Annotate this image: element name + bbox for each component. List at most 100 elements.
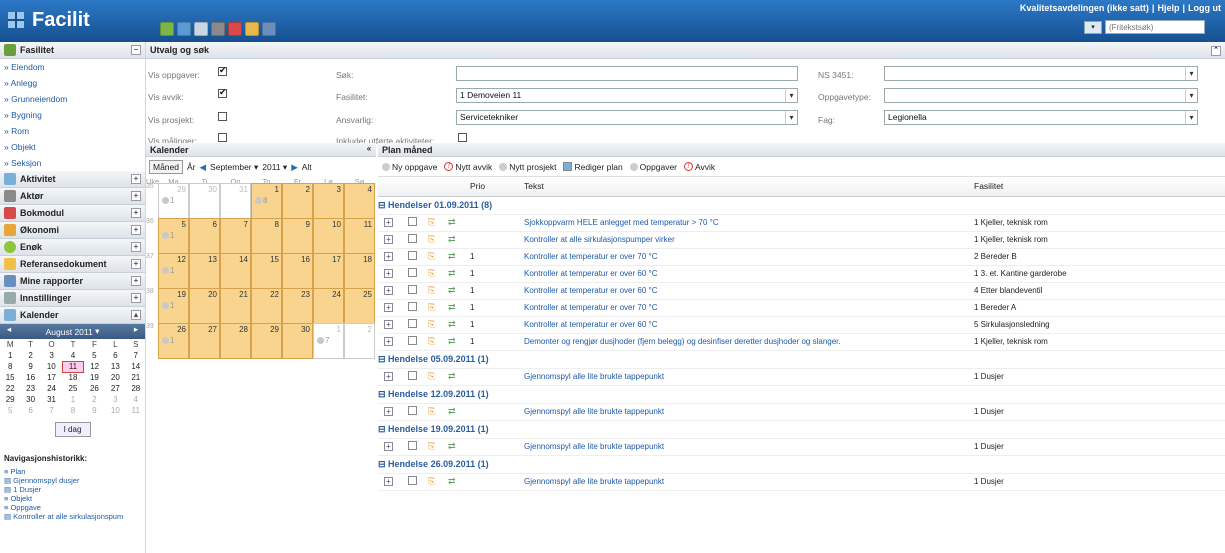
task-icon[interactable]: ⎘ (428, 319, 435, 329)
logout-link[interactable]: Logg ut (1188, 3, 1221, 13)
mini-calendar-day[interactable]: 9 (84, 405, 106, 416)
calendar-day-cell[interactable]: 13 (189, 253, 220, 289)
calendar-day-cell[interactable]: 51 (158, 218, 189, 254)
task-text-link[interactable]: Kontroller at temperatur er over 60 °C (524, 282, 974, 300)
sok-input[interactable] (456, 66, 798, 81)
plus-icon[interactable]: + (384, 303, 393, 312)
row-checkbox[interactable] (408, 406, 417, 415)
folder-icon[interactable] (245, 22, 259, 36)
refresh-icon[interactable]: ⇄ (448, 371, 456, 381)
mini-calendar-day[interactable]: 23 (20, 383, 40, 394)
month-select[interactable]: September ▾ (210, 162, 258, 173)
row-checkbox[interactable] (408, 251, 417, 260)
mini-calendar-day[interactable]: 2 (20, 350, 40, 361)
collapse-group-icon[interactable]: ⊟ (378, 389, 388, 399)
event-count-badge[interactable]: 1 (162, 231, 174, 240)
prio-column-header[interactable]: Prio (470, 177, 524, 197)
new-project-button[interactable]: Nytt prosjekt (499, 162, 556, 172)
task-text-link[interactable]: Kontroller at temperatur er over 60 °C (524, 265, 974, 283)
sidebar-item-anlegg[interactable]: » Anlegg (0, 75, 145, 91)
panel-fasilitet[interactable]: Fasilitet − (0, 42, 145, 59)
table-row[interactable]: + ⎘ ⇄ 1 Kontroller at temperatur er over 60 … (378, 282, 1225, 300)
calendar-day-cell[interactable]: 30 (189, 183, 220, 219)
mini-calendar-day[interactable]: 7 (126, 350, 146, 361)
task-text-link[interactable]: Gjennomspyl alle lite brukte tappepunkt (524, 473, 974, 491)
mini-calendar-day[interactable]: 6 (105, 350, 125, 361)
calendar-day-cell[interactable]: 4 (344, 183, 375, 219)
task-text-link[interactable]: Gjennomspyl alle lite brukte tappepunkt (524, 438, 974, 456)
task-icon[interactable]: ⎘ (428, 234, 435, 244)
mini-calendar-day[interactable]: 11 (61, 360, 85, 373)
group-header[interactable]: ⊟ Hendelser 01.09.2011 (8) (378, 196, 1225, 215)
calendar-day-cell[interactable]: 23 (282, 288, 313, 324)
task-icon[interactable]: ⎘ (428, 441, 435, 451)
refresh-icon[interactable]: ⇄ (448, 268, 456, 278)
calendar-day-cell[interactable]: 21 (220, 288, 251, 324)
facility-icon[interactable] (177, 22, 191, 36)
mini-calendar-day[interactable]: 16 (20, 372, 40, 383)
task-icon[interactable]: ⎘ (428, 251, 435, 261)
calendar-day-cell[interactable]: 25 (344, 288, 375, 324)
event-count-badge[interactable]: 8 (255, 196, 267, 205)
tasks-filter-button[interactable]: Oppgaver (629, 162, 677, 172)
group-header[interactable]: ⊟ Hendelse 12.09.2011 (1) (378, 385, 1225, 404)
row-checkbox[interactable] (408, 217, 417, 226)
calendar-day-cell[interactable]: 6 (189, 218, 220, 254)
plus-icon[interactable]: + (384, 407, 393, 416)
collapse-group-icon[interactable]: ⊟ (378, 354, 388, 364)
refresh-icon[interactable]: ⇄ (448, 302, 456, 312)
collapse-left-icon[interactable]: « (364, 144, 374, 154)
sidebar-item-seksjon[interactable]: » Seksjon (0, 155, 145, 171)
refresh-icon[interactable]: ⇄ (448, 406, 456, 416)
panel-enok[interactable]: Enøk + (0, 239, 145, 256)
row-checkbox[interactable] (408, 234, 417, 243)
org-link[interactable]: Kvalitetsavdelingen (ikke satt) (1020, 3, 1149, 13)
plus-icon[interactable]: + (384, 252, 393, 261)
collapse-group-icon[interactable]: ⊟ (378, 200, 388, 210)
mini-calendar-day[interactable]: 5 (0, 405, 20, 416)
calendar-day-cell[interactable]: 12 1 (158, 253, 189, 289)
calendar-day-cell[interactable]: 15 (251, 253, 282, 289)
sidebar-item-bygning[interactable]: » Bygning (0, 107, 145, 123)
task-icon[interactable]: ⎘ (428, 285, 435, 295)
plus-icon[interactable]: + (384, 442, 393, 451)
view-year-button[interactable]: År (187, 162, 196, 172)
next-month-icon[interactable]: ▸ (129, 324, 143, 335)
group-header-row[interactable]: ⊟ Hendelse 12.09.2011 (1) (378, 385, 1225, 404)
mini-calendar-day[interactable]: 15 (0, 372, 20, 383)
next-month-icon[interactable]: ▶ (291, 162, 298, 173)
mini-calendar-day[interactable]: 25 (62, 383, 83, 394)
mini-calendar-day[interactable]: 2 (84, 394, 106, 405)
nav-history-item[interactable]: ▤ Kontroller at alle sirkulasjonspum (4, 512, 141, 521)
group-header-row[interactable]: ⊟ Hendelse 26.09.2011 (1) (378, 455, 1225, 474)
task-text-link[interactable]: Demonter og rengjør dusjhoder (fjern bel… (524, 333, 974, 351)
refresh-icon[interactable]: ⇄ (448, 441, 456, 451)
expand-icon[interactable]: + (131, 293, 141, 303)
task-text-link[interactable]: Sjokkoppvarm HELE anlegget med temperatu… (524, 214, 974, 232)
refresh-icon[interactable]: ⇄ (448, 251, 456, 261)
table-row[interactable]: + ⎘ ⇄ Gjennomspyl alle lite brukte tappepun… (378, 438, 1225, 456)
plus-icon[interactable]: + (384, 372, 393, 381)
row-checkbox[interactable] (408, 268, 417, 277)
task-icon[interactable]: ⎘ (428, 217, 435, 227)
task-icon[interactable]: ⎘ (428, 302, 435, 312)
task-icon[interactable]: ⎘ (428, 476, 435, 486)
mini-calendar-day[interactable]: 13 (105, 361, 125, 372)
vis-oppgaver-checkbox[interactable] (218, 65, 227, 76)
expand-icon[interactable]: + (131, 225, 141, 235)
expand-icon[interactable]: + (131, 191, 141, 201)
calendar-day-cell[interactable]: 17 (313, 253, 344, 289)
calendar-day-cell[interactable]: 27 (189, 323, 220, 359)
event-count-badge[interactable]: 1 (162, 196, 174, 205)
ansvarlig-select[interactable]: Servicetekniker ▾ (456, 110, 798, 125)
group-header-row[interactable]: ⊟ Hendelser 01.09.2011 (8) (378, 196, 1225, 215)
calendar-day-cell[interactable]: 22 (251, 288, 282, 324)
home-icon[interactable] (160, 22, 174, 36)
fasilitet-select[interactable]: 1 Demoveien 11 ▾ (456, 88, 798, 103)
sidebar-item-eiendom[interactable]: » Eiendom (0, 59, 145, 75)
event-count-badge[interactable]: 1 (162, 301, 174, 310)
mini-calendar-day[interactable]: 8 (0, 361, 20, 372)
mini-calendar-day[interactable]: 10 (105, 405, 125, 416)
calendar-day-cell[interactable]: 18 (344, 253, 375, 289)
mini-calendar-day[interactable]: 26 (84, 383, 106, 394)
